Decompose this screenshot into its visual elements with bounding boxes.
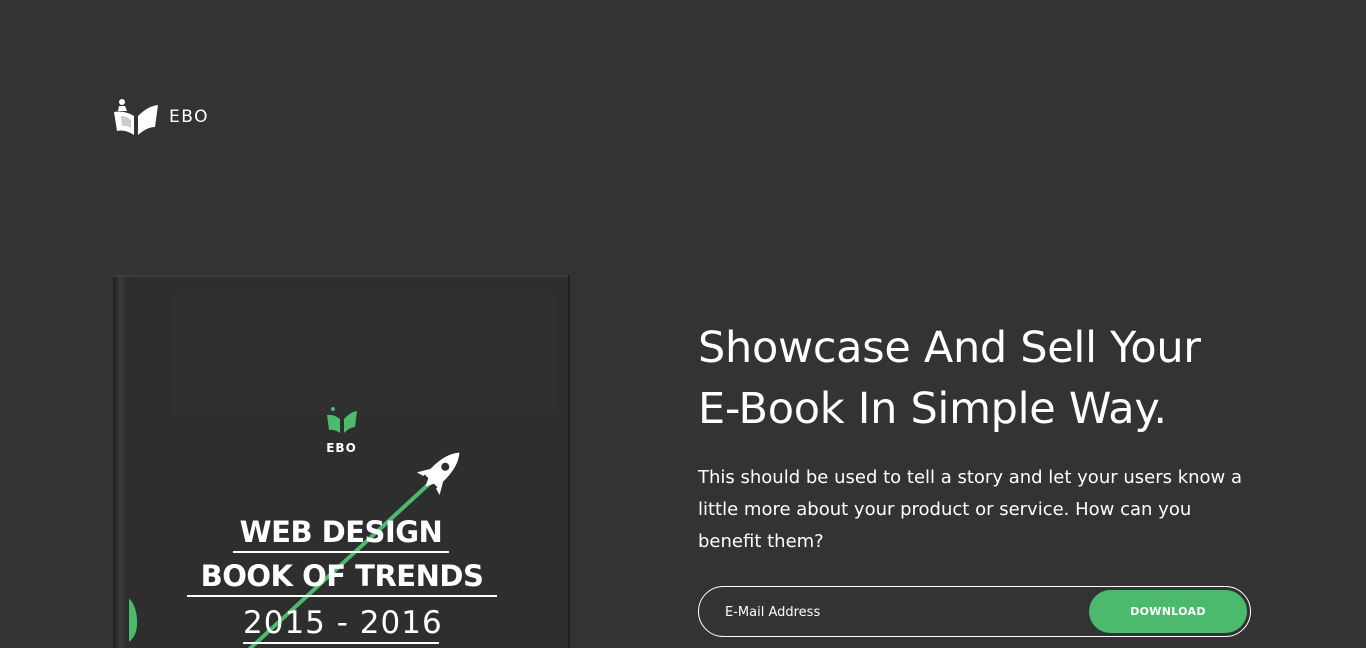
hero-title-line1: Showcase And Sell Your: [698, 323, 1201, 373]
open-book-logo-icon: [114, 99, 158, 135]
cover-title-line1: WEB DESIGN: [233, 515, 449, 553]
landing-page: EBO EBO WEB DESIGN BOOK OF TRENDS 2015 -…: [0, 0, 1366, 648]
download-button[interactable]: DOWNLOAD: [1089, 590, 1247, 633]
book-spine: [113, 275, 129, 648]
book-top-edge: [113, 275, 570, 277]
email-input[interactable]: [725, 599, 1075, 625]
ebook-cover: EBO WEB DESIGN BOOK OF TRENDS 2015 - 201…: [113, 275, 570, 648]
brand-logo[interactable]: EBO: [113, 98, 209, 136]
cover-years: 2015 - 2016: [243, 605, 442, 644]
hero-title: Showcase And Sell Your E-Book In Simple …: [698, 318, 1298, 440]
download-form: DOWNLOAD: [698, 586, 1251, 637]
book-right-edge: [568, 275, 570, 648]
cover-brand: EBO: [326, 441, 357, 455]
hero-description: This should be used to tell a story and …: [698, 467, 1243, 552]
brand-name: EBO: [169, 107, 209, 127]
cover-title-line2: BOOK OF TRENDS: [187, 559, 497, 597]
hero-title-line2: E-Book In Simple Way.: [698, 384, 1167, 434]
